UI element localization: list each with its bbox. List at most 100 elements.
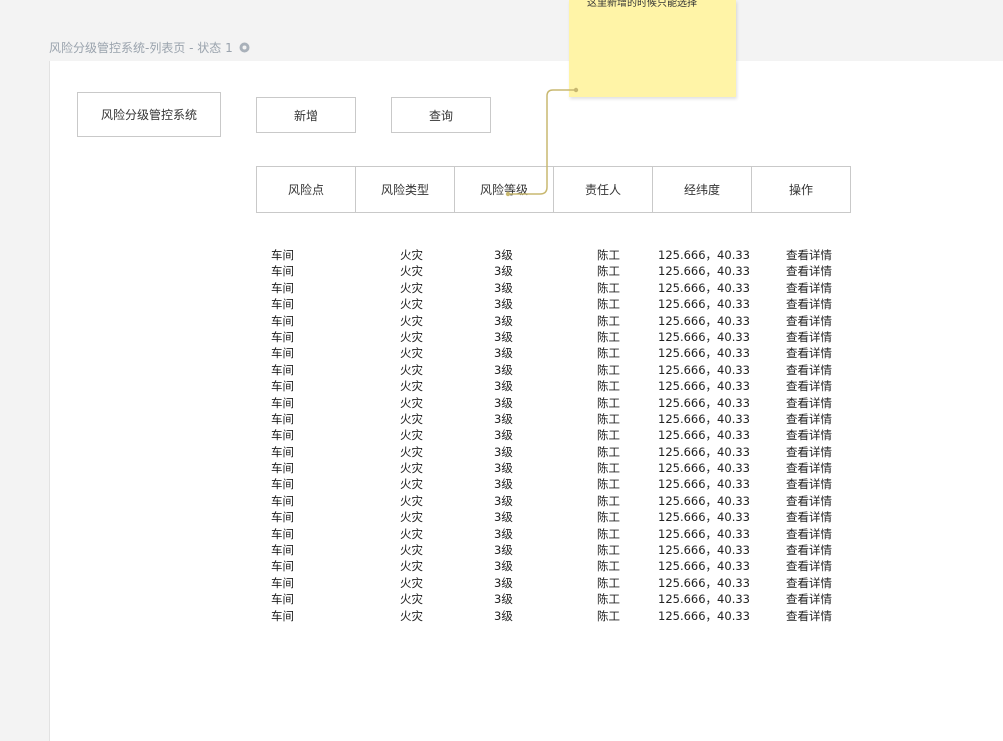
cell-coordinates: 125.666，40.33 bbox=[658, 411, 750, 426]
cell-risk-type: 火灾 bbox=[400, 362, 423, 377]
view-details-link[interactable]: 查看详情 bbox=[786, 542, 832, 558]
cell-owner: 陈工 bbox=[597, 346, 620, 361]
cell-risk-level: 3级 bbox=[494, 379, 513, 394]
header-label: 风险等级 bbox=[479, 183, 528, 197]
cell-owner: 陈工 bbox=[597, 608, 620, 623]
cell-risk-level: 3级 bbox=[494, 575, 513, 590]
cell-coordinates: 125.666，40.33 bbox=[658, 264, 750, 279]
view-details-link[interactable]: 查看详情 bbox=[786, 247, 832, 263]
view-details-link[interactable]: 查看详情 bbox=[786, 526, 832, 542]
cell-owner: 陈工 bbox=[597, 248, 620, 262]
header-cell-coordinates: 经纬度 bbox=[652, 166, 752, 213]
cell-risk-level: 3级 bbox=[494, 477, 513, 492]
view-details-link[interactable]: 查看详情 bbox=[786, 608, 832, 624]
cell-risk-level: 3级 bbox=[494, 297, 513, 312]
cell-risk-type: 火灾 bbox=[400, 428, 423, 443]
view-details-link[interactable]: 查看详情 bbox=[786, 460, 832, 476]
header-cell-risk-type: 风险类型 bbox=[355, 166, 455, 213]
view-details-link[interactable]: 查看详情 bbox=[786, 329, 832, 345]
cell-coordinates: 125.666，40.33 bbox=[658, 559, 750, 574]
cell-risk-point: 车间 bbox=[271, 297, 294, 312]
view-details-link[interactable]: 查看详情 bbox=[786, 280, 832, 296]
view-details-link[interactable]: 查看详情 bbox=[786, 493, 832, 509]
cell-risk-point: 车间 bbox=[271, 477, 294, 492]
view-details-link[interactable]: 查看详情 bbox=[786, 444, 832, 460]
cell-owner: 陈工 bbox=[597, 444, 620, 459]
cell-risk-type: 火灾 bbox=[400, 395, 423, 410]
cell-owner: 陈工 bbox=[597, 493, 620, 508]
cell-owner: 陈工 bbox=[597, 411, 620, 426]
cell-risk-level: 3级 bbox=[494, 248, 513, 262]
cell-coordinates: 125.666，40.33 bbox=[658, 395, 750, 410]
cell-owner: 陈工 bbox=[597, 543, 620, 558]
cell-owner: 陈工 bbox=[597, 362, 620, 377]
header-cell-owner: 责任人 bbox=[553, 166, 653, 213]
gear-icon[interactable] bbox=[239, 42, 250, 53]
cell-owner: 陈工 bbox=[597, 461, 620, 476]
cell-risk-point: 车间 bbox=[271, 362, 294, 377]
view-details-link[interactable]: 查看详情 bbox=[786, 411, 832, 427]
cell-risk-level: 3级 bbox=[494, 608, 513, 623]
cell-risk-type: 火灾 bbox=[400, 280, 423, 295]
cell-coordinates: 125.666，40.33 bbox=[658, 313, 750, 328]
cell-coordinates: 125.666，40.33 bbox=[658, 493, 750, 508]
view-details-link[interactable]: 查看详情 bbox=[786, 509, 832, 525]
cell-coordinates: 125.666，40.33 bbox=[658, 428, 750, 443]
cell-risk-level: 3级 bbox=[494, 592, 513, 607]
cell-risk-level: 3级 bbox=[494, 510, 513, 525]
view-details-link[interactable]: 查看详情 bbox=[786, 395, 832, 411]
view-details-link[interactable]: 查看详情 bbox=[786, 345, 832, 361]
cell-owner: 陈工 bbox=[597, 379, 620, 394]
header-label: 责任人 bbox=[584, 183, 621, 197]
cell-risk-point: 车间 bbox=[271, 543, 294, 558]
cell-risk-type: 火灾 bbox=[400, 379, 423, 394]
system-name-label: 风险分级管控系统 bbox=[100, 108, 197, 122]
view-details-link[interactable]: 查看详情 bbox=[786, 427, 832, 443]
cell-risk-point: 车间 bbox=[271, 313, 294, 328]
cell-coordinates: 125.666，40.33 bbox=[658, 461, 750, 476]
cell-risk-type: 火灾 bbox=[400, 608, 423, 623]
cell-owner: 陈工 bbox=[597, 592, 620, 607]
page-title-text: 风险分级管控系统-列表页 - 状态 1 bbox=[49, 40, 233, 55]
view-details-link[interactable]: 查看详情 bbox=[786, 263, 832, 279]
query-button[interactable]: 查询 bbox=[391, 97, 491, 133]
cell-risk-point: 车间 bbox=[271, 592, 294, 607]
view-details-link[interactable]: 查看详情 bbox=[786, 313, 832, 329]
cell-risk-type: 火灾 bbox=[400, 264, 423, 279]
cell-risk-point: 车间 bbox=[271, 559, 294, 574]
cell-risk-type: 火灾 bbox=[400, 575, 423, 590]
cell-risk-level: 3级 bbox=[494, 313, 513, 328]
cell-risk-type: 火灾 bbox=[400, 493, 423, 508]
view-details-link[interactable]: 查看详情 bbox=[786, 362, 832, 378]
cell-risk-point: 车间 bbox=[271, 461, 294, 476]
header-label: 风险类型 bbox=[380, 183, 429, 197]
cell-coordinates: 125.666，40.33 bbox=[658, 510, 750, 525]
cell-owner: 陈工 bbox=[597, 280, 620, 295]
cell-risk-type: 火灾 bbox=[400, 297, 423, 312]
cell-risk-point: 车间 bbox=[271, 379, 294, 394]
add-button[interactable]: 新增 bbox=[256, 97, 356, 133]
cell-owner: 陈工 bbox=[597, 313, 620, 328]
cell-risk-type: 火灾 bbox=[400, 526, 423, 541]
cell-coordinates: 125.666，40.33 bbox=[658, 526, 750, 541]
cell-owner: 陈工 bbox=[597, 477, 620, 492]
view-details-link[interactable]: 查看详情 bbox=[786, 558, 832, 574]
cell-risk-level: 3级 bbox=[494, 280, 513, 295]
cell-risk-point: 车间 bbox=[271, 264, 294, 279]
cell-risk-type: 火灾 bbox=[400, 461, 423, 476]
cell-risk-point: 车间 bbox=[271, 575, 294, 590]
header-cell-risk-level: 风险等级 bbox=[454, 166, 554, 213]
view-details-link[interactable]: 查看详情 bbox=[786, 296, 832, 312]
cell-risk-point: 车间 bbox=[271, 248, 294, 262]
view-details-link[interactable]: 查看详情 bbox=[786, 591, 832, 607]
view-details-link[interactable]: 查看详情 bbox=[786, 476, 832, 492]
cell-risk-type: 火灾 bbox=[400, 329, 423, 344]
query-button-label: 查询 bbox=[428, 108, 453, 123]
cell-risk-type: 火灾 bbox=[400, 477, 423, 492]
view-details-link[interactable]: 查看详情 bbox=[786, 575, 832, 591]
sticky-note[interactable]: 这里新增的时候只能选择 bbox=[569, 0, 736, 97]
cell-risk-point: 车间 bbox=[271, 411, 294, 426]
view-details-link[interactable]: 查看详情 bbox=[786, 378, 832, 394]
cell-owner: 陈工 bbox=[597, 264, 620, 279]
cell-risk-point: 车间 bbox=[271, 329, 294, 344]
